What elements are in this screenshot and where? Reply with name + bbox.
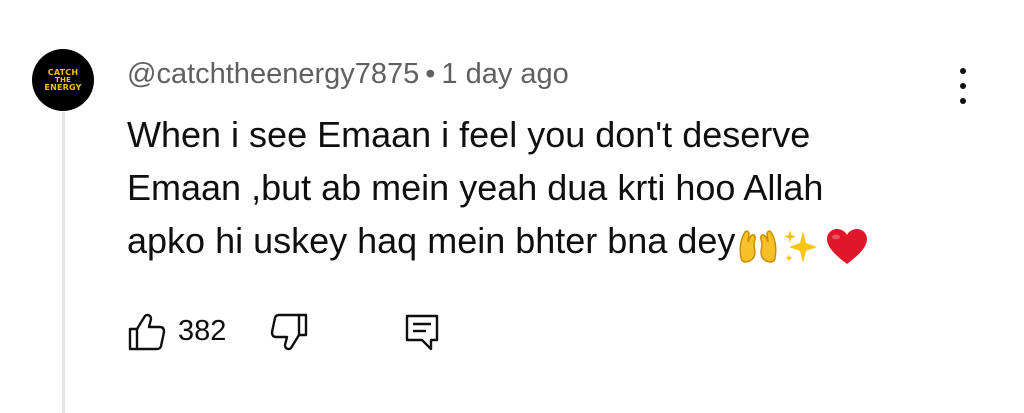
like-count: 382 — [178, 315, 227, 347]
more-options-icon[interactable] — [948, 66, 978, 106]
menu-dot — [960, 98, 966, 104]
dislike-icon[interactable] — [270, 312, 310, 352]
red-heart-icon — [827, 229, 868, 265]
thread-line — [62, 112, 65, 413]
comment-header: @catchtheenergy7875 • 1 day ago — [127, 58, 569, 91]
comment-line-1: When i see Emaan i feel you don't deserv… — [127, 114, 811, 155]
comment-line-3-wrap: apko hi uskey haq mein bhter bna dey — [127, 214, 987, 271]
menu-dot — [960, 68, 966, 74]
avatar-logo-text-3: ENERGY — [44, 82, 82, 92]
comment-line-3: apko hi uskey haq mein bhter bna dey — [127, 220, 736, 261]
open-hands-icon — [739, 230, 777, 264]
like-icon[interactable] — [126, 312, 166, 352]
sparkles-icon — [784, 230, 818, 264]
comment-text: When i see Emaan i feel you don't deserv… — [127, 108, 987, 271]
avatar[interactable]: CATCH THE ENERGY — [32, 49, 94, 111]
emoji-group — [737, 218, 871, 271]
reply-icon[interactable] — [402, 312, 442, 352]
comment-line-2: Emaan ,but ab mein yeah dua krti hoo All… — [127, 167, 824, 208]
timestamp[interactable]: 1 day ago — [441, 58, 568, 90]
separator-dot: • — [425, 58, 436, 90]
author-handle[interactable]: @catchtheenergy7875 — [127, 58, 419, 90]
menu-dot — [960, 83, 966, 89]
